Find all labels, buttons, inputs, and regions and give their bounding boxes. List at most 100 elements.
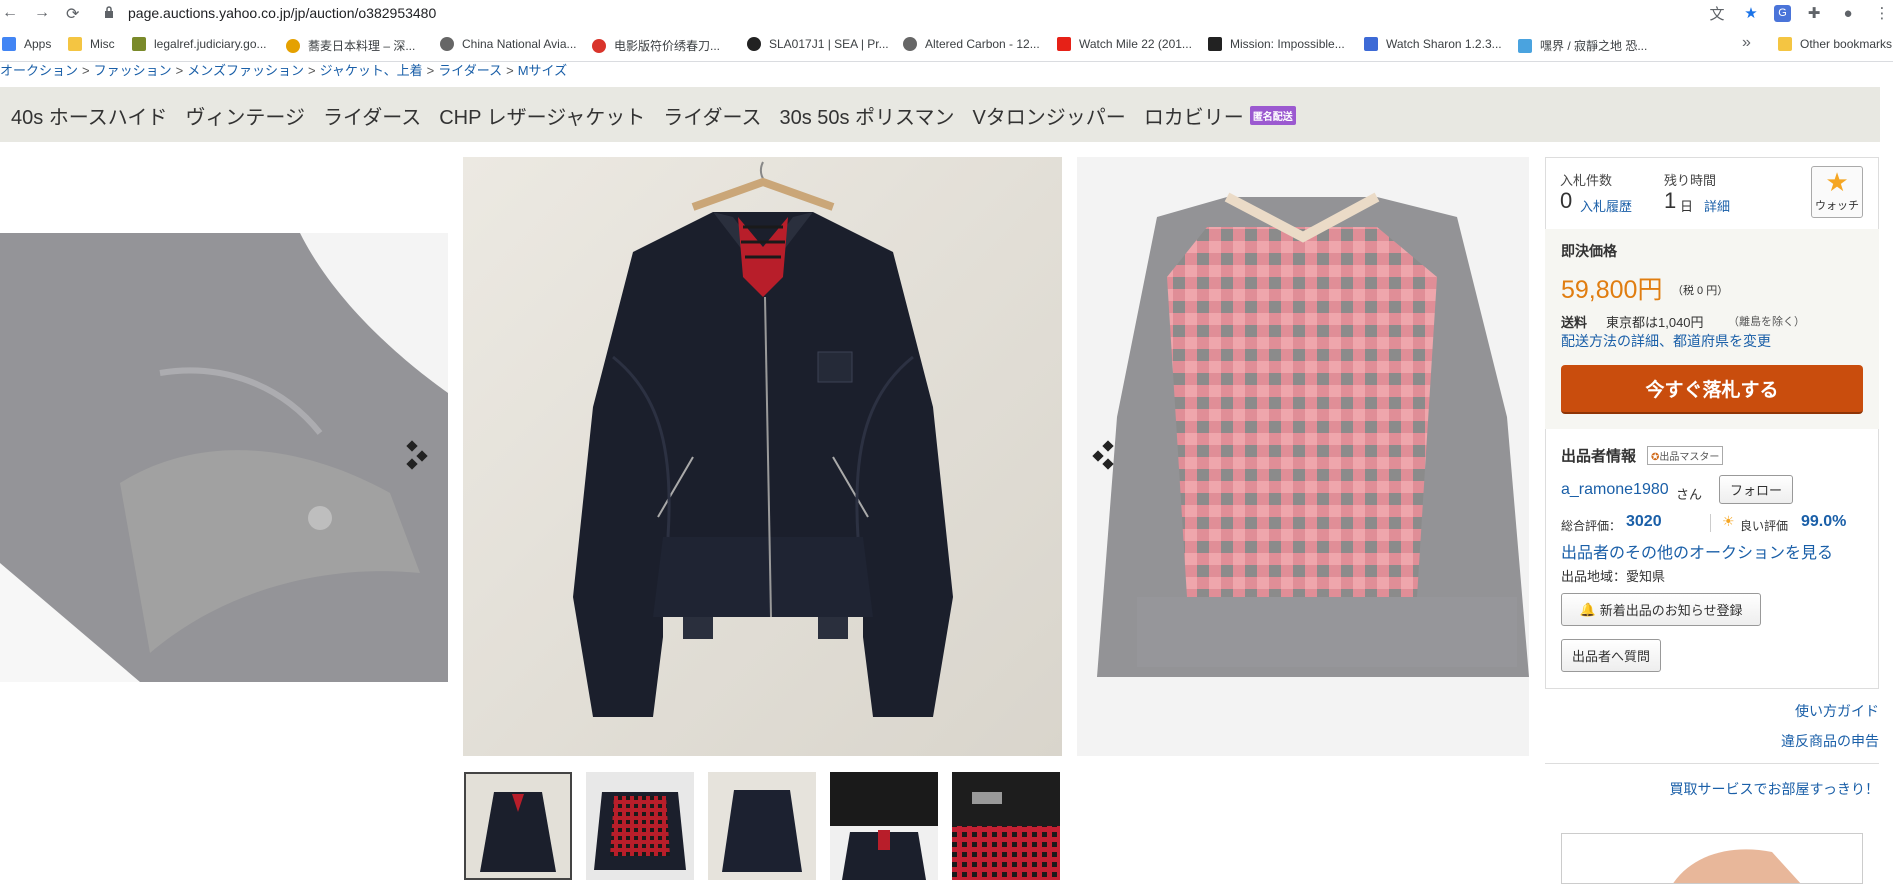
- thumbnail-4[interactable]: [830, 772, 938, 880]
- bookmark-star-icon[interactable]: ★: [1740, 2, 1762, 24]
- shipping-label: 送料: [1561, 315, 1588, 330]
- ask-seller-button[interactable]: 出品者へ質問: [1561, 639, 1661, 672]
- thumbnail-2[interactable]: [586, 772, 694, 880]
- bookmark-item[interactable]: SLA017J1 | SEA | Pr...: [747, 37, 889, 51]
- thumbnail-1[interactable]: [464, 772, 572, 880]
- bell-icon: 🔔: [1579, 601, 1596, 617]
- prev-arrow-icon[interactable]: [404, 438, 438, 472]
- report-item-link[interactable]: 違反商品の申告: [1781, 731, 1879, 751]
- profile-avatar-icon[interactable]: ●: [1837, 2, 1859, 24]
- seller-master-label: 出品マスター: [1659, 452, 1720, 463]
- keyword-tag[interactable]: 40s ホースハイド: [11, 101, 167, 130]
- douban-icon: [592, 38, 606, 53]
- bookmarks-overflow-icon[interactable]: »: [1742, 34, 1751, 52]
- shipping-detail-link[interactable]: 配送方法の詳細、都道府県を変更: [1561, 331, 1771, 351]
- bookmark-label: Misc: [90, 37, 115, 51]
- imdb-icon: [1208, 37, 1222, 51]
- shipping-value: 東京都は1,040円: [1606, 315, 1704, 330]
- sun-icon: ☀: [1722, 513, 1735, 529]
- keyword-tag[interactable]: CHP レザージャケット: [439, 101, 645, 130]
- site-icon: [1518, 38, 1532, 53]
- thumbnail-5[interactable]: [952, 772, 1060, 880]
- folder-icon: [68, 37, 82, 51]
- keyword-tag[interactable]: 30s 50s ポリスマン: [779, 101, 954, 130]
- good-rating-label: 良い評価: [1740, 519, 1789, 533]
- new-listing-notify-button[interactable]: 🔔 新着出品のお知らせ登録: [1561, 593, 1761, 626]
- main-photo[interactable]: [463, 157, 1062, 756]
- keyword-tag[interactable]: ライダース: [323, 101, 421, 130]
- bookmark-item[interactable]: 蕎麦日本料理 – 深...: [286, 37, 415, 54]
- bookmark-item[interactable]: Watch Mile 22 (201...: [1057, 37, 1192, 51]
- follow-button[interactable]: フォロー: [1719, 475, 1793, 504]
- soba-icon: [286, 38, 300, 53]
- keyword-tag[interactable]: ロカビリー: [1144, 101, 1244, 130]
- time-left-value: 1: [1664, 188, 1677, 213]
- next-arrow-icon[interactable]: [1090, 438, 1124, 472]
- new-listing-notify-label: 新着出品のお知らせ登録: [1599, 603, 1743, 618]
- prev-photo[interactable]: [0, 233, 448, 682]
- bookmark-item[interactable]: Watch Sharon 1.2.3...: [1364, 37, 1502, 51]
- time-detail-link[interactable]: 詳細: [1704, 196, 1730, 215]
- buy-now-button[interactable]: 今すぐ落札する: [1561, 365, 1863, 414]
- anonymous-shipping-badge: 匿名配送: [1249, 106, 1296, 125]
- address-bar[interactable]: page.auctions.yahoo.co.jp/jp/auction/o38…: [128, 5, 436, 21]
- translate-icon[interactable]: 文: [1706, 2, 1728, 24]
- menu-kebab-icon[interactable]: ⋮: [1871, 2, 1893, 24]
- bookmark-item[interactable]: 嘿界 / 寂靜之地 恐...: [1518, 37, 1647, 54]
- globe-icon: [903, 37, 917, 51]
- extension-translate-icon[interactable]: G: [1774, 4, 1791, 22]
- breadcrumb-link[interactable]: ファッション: [94, 63, 172, 78]
- bookmark-item[interactable]: Misc: [68, 37, 115, 51]
- bookmark-label: 蕎麦日本料理 – 深...: [308, 39, 416, 53]
- rating-value[interactable]: 3020: [1626, 513, 1662, 531]
- bookmark-item[interactable]: Altered Carbon - 12...: [903, 37, 1040, 51]
- bookmark-label: Watch Mile 22 (201...: [1079, 37, 1192, 51]
- breadcrumb-separator: >: [506, 63, 514, 78]
- seller-name-link[interactable]: a_ramone1980: [1561, 481, 1669, 499]
- breadcrumb-link[interactable]: オークション: [0, 63, 78, 78]
- bids-value: 0: [1560, 188, 1573, 213]
- bookmark-item[interactable]: China National Avia...: [440, 37, 577, 51]
- keyword-tag[interactable]: Vタロンジッパー: [972, 101, 1125, 130]
- extensions-puzzle-icon[interactable]: ✚: [1803, 2, 1825, 24]
- bookmark-label: Mission: Impossible...: [1230, 37, 1345, 51]
- browser-toolbar: ← → ⟳ page.auctions.yahoo.co.jp/jp/aucti…: [0, 0, 1893, 28]
- apps-grid-icon: [2, 37, 16, 51]
- bookmark-label: Watch Sharon 1.2.3...: [1386, 37, 1502, 51]
- lock-icon: [105, 6, 113, 18]
- other-bookmarks[interactable]: Other bookmarks: [1778, 37, 1892, 51]
- bookmark-label: Apps: [24, 37, 52, 51]
- seiko-icon: [747, 37, 761, 51]
- youtube-icon: [1057, 37, 1071, 51]
- bids-label: 入札件数: [1560, 173, 1613, 188]
- bookmark-item[interactable]: legalref.judiciary.go...: [132, 37, 267, 51]
- breadcrumb-separator: >: [426, 63, 435, 78]
- bookmark-item[interactable]: Apps: [2, 37, 51, 51]
- usage-guide-link[interactable]: 使い方ガイド: [1795, 701, 1879, 721]
- bookmarks-bar: Apps Misc legalref.judiciary.go... 蕎麦日本料理 –…: [0, 28, 1893, 62]
- breadcrumb-link[interactable]: ジャケット、上着: [320, 63, 423, 78]
- next-photo[interactable]: [1077, 157, 1529, 756]
- keyword-tag[interactable]: ライダース: [663, 101, 761, 130]
- buyback-service-link[interactable]: 買取サービスでお部屋すっきり！: [1670, 779, 1879, 799]
- thumbnail-3[interactable]: [708, 772, 816, 880]
- breadcrumb-link[interactable]: ライダース: [438, 63, 502, 78]
- legalref-icon: [132, 37, 146, 51]
- bookmark-item[interactable]: Mission: Impossible...: [1208, 37, 1345, 51]
- keyword-tag[interactable]: ヴィンテージ: [185, 101, 305, 130]
- back-icon[interactable]: ←: [2, 4, 18, 22]
- ad-banner[interactable]: [1561, 833, 1863, 884]
- breadcrumb-separator: >: [175, 63, 184, 78]
- bookmark-item[interactable]: 电影版符价绣春刀...: [592, 37, 720, 54]
- reload-icon[interactable]: ⟳: [66, 4, 79, 24]
- breadcrumb-link[interactable]: Mサイズ: [518, 63, 567, 78]
- breadcrumb-separator: >: [307, 63, 316, 78]
- bookmark-label: legalref.judiciary.go...: [154, 37, 267, 51]
- watch-button[interactable]: ★ ウォッチ: [1811, 166, 1863, 218]
- buyout-price: 59,800円: [1561, 276, 1663, 304]
- forward-icon[interactable]: →: [34, 4, 50, 22]
- breadcrumb-link[interactable]: メンズファッション: [187, 63, 304, 78]
- seller-master-badge: ✪出品マスター: [1647, 446, 1724, 465]
- bid-history-link[interactable]: 入札履歴: [1580, 196, 1632, 215]
- other-auctions-link[interactable]: 出品者のその他のオークションを見る: [1561, 539, 1833, 563]
